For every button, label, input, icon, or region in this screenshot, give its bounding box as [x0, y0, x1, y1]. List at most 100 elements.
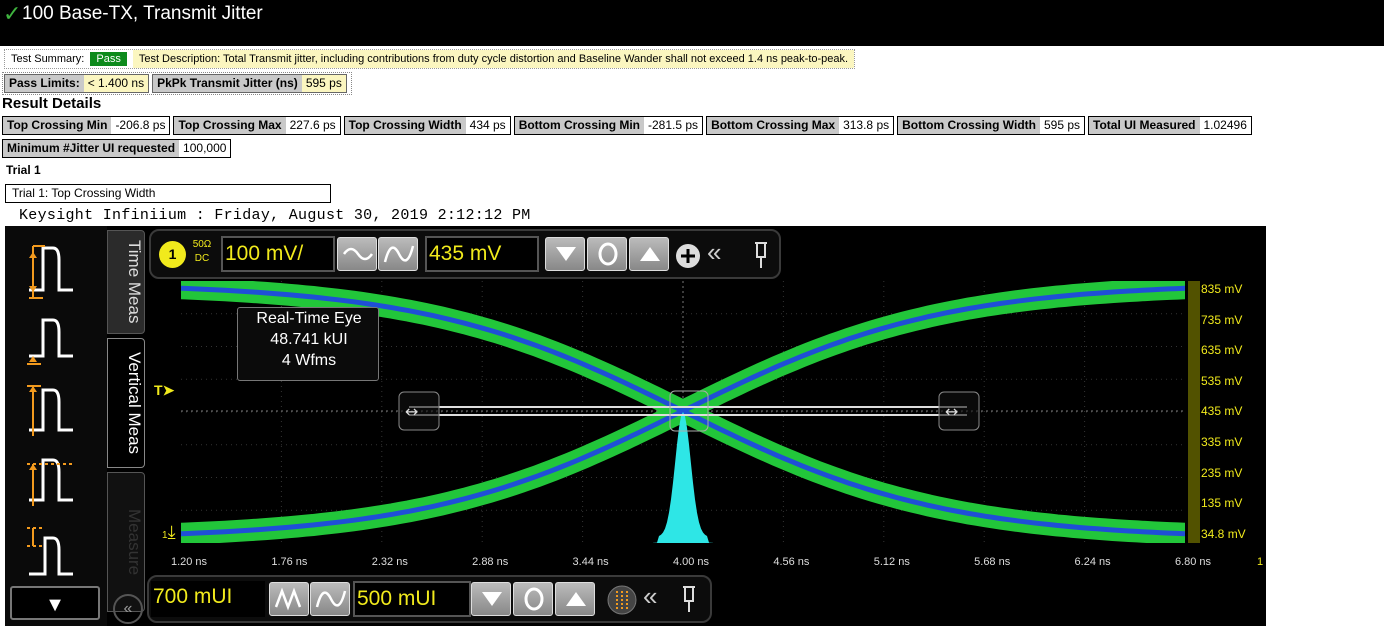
time-zero-icon[interactable]	[513, 582, 553, 616]
right-handle-arrows: ↔	[945, 402, 958, 421]
trigger-settings-icon[interactable]	[607, 585, 637, 615]
coupling-label: DC	[194, 253, 210, 264]
time-left-icon[interactable]	[471, 582, 511, 616]
collapse-panel-icon[interactable]: «	[113, 594, 143, 624]
tab-time-meas[interactable]: Time Meas	[107, 230, 145, 334]
trial-caption: Trial 1: Top Crossing Width	[5, 184, 331, 203]
result-item: Top Crossing Width 434 ps	[343, 116, 511, 135]
channel-1-indicator[interactable]: 1	[159, 241, 186, 268]
scope-screen: ▼ Time Meas Vertical Meas Measure « 1 50…	[5, 226, 1266, 626]
x-tick-label: 1.20 ns	[170, 556, 208, 568]
result-item: Top Crossing Min -206.8 ps	[2, 116, 171, 135]
result-details-row: Top Crossing Min -206.8 ps Top Crossing M…	[2, 116, 1384, 135]
y-tick-label: 635 mV	[1201, 343, 1243, 358]
trial-heading: Trial 1	[6, 163, 41, 177]
test-summary-row: Test Summary: Pass Test Description: Tot…	[4, 49, 856, 69]
volts-per-div-field[interactable]: 100 mV/	[221, 236, 335, 272]
y-tick-label: 535 mV	[1201, 373, 1243, 388]
result-label: Bottom Crossing Min	[514, 117, 645, 134]
y-tick-label: 34.8 mV	[1201, 526, 1246, 541]
pass-limits-label: Pass Limits:	[5, 75, 84, 92]
fine-scale-icon[interactable]	[337, 237, 377, 271]
ground-marker-icon[interactable]: 1⤓	[162, 522, 176, 543]
x-tick-label: 4.00 ns	[672, 556, 710, 568]
test-summary-label: Test Summary:	[11, 53, 85, 65]
time-per-div-field[interactable]: 700 mUI	[151, 581, 265, 617]
x-tick-label: 4.56 ns	[773, 556, 810, 568]
vmax-measure-icon[interactable]	[25, 378, 79, 442]
tab-vertical-meas[interactable]: Vertical Meas	[107, 338, 145, 468]
x-tick-label: 1.76 ns	[271, 556, 308, 568]
result-value: -206.8 ps	[111, 117, 170, 134]
collapse-bar-icon[interactable]: «	[707, 237, 721, 268]
result-item: Total UI Measured 1.02496	[1088, 116, 1252, 135]
pkpk-jitter-value: 595 ps	[301, 75, 346, 92]
result-label: Bottom Crossing Max	[707, 117, 840, 134]
pass-limits-row: Pass Limits: < 1.400 ns PkPk Transmit Ji…	[2, 72, 352, 95]
time-position-field[interactable]: 500 mUI	[353, 581, 471, 617]
vmin-measure-icon[interactable]	[25, 308, 79, 372]
result-label: Bottom Crossing Width	[898, 117, 1040, 134]
channel-coupling[interactable]: 50Ω DC	[189, 238, 215, 266]
page-title: 100 Base-TX, Transmit Jitter	[22, 3, 263, 24]
result-value: 227.6 ps	[285, 117, 340, 134]
ground-marker-label: 1	[162, 530, 168, 541]
impedance-label: 50Ω	[192, 239, 212, 250]
trigger-marker[interactable]: T➤	[154, 382, 174, 399]
pass-limits: Pass Limits: < 1.400 ns	[4, 74, 150, 93]
pin-icon[interactable]	[751, 241, 771, 269]
min-jitter-value: 100,000	[179, 140, 231, 157]
eye-info-line: 48.741 kUI	[270, 331, 348, 348]
min-jitter-ui: Minimum #Jitter UI requested 100,000	[2, 139, 232, 158]
result-value: 313.8 ps	[839, 117, 894, 134]
result-value: 434 ps	[465, 117, 510, 134]
offset-up-icon[interactable]	[629, 237, 669, 271]
tab-measure[interactable]: Measure	[107, 472, 145, 612]
coarse-scale-icon[interactable]	[378, 237, 418, 271]
y-tick-label: 835 mV	[1201, 282, 1243, 296]
measure-sidebar: ▼	[5, 226, 107, 626]
trigger-marker-label: T	[154, 382, 163, 398]
fine-time-icon[interactable]	[269, 582, 309, 616]
pass-limits-value: < 1.400 ns	[83, 75, 149, 92]
add-channel-icon[interactable]	[675, 243, 701, 269]
time-right-icon[interactable]	[555, 582, 595, 616]
eye-info-line: 4 Wfms	[281, 352, 337, 369]
pkpk-jitter: PkPk Transmit Jitter (ns) 595 ps	[152, 74, 347, 93]
vpp-measure-icon[interactable]	[25, 238, 79, 302]
pin-icon[interactable]	[679, 585, 699, 613]
result-label: Top Crossing Max	[174, 117, 286, 134]
coarse-time-icon[interactable]	[310, 582, 350, 616]
offset-zero-icon[interactable]	[587, 237, 627, 271]
offset-field[interactable]: 435 mV	[425, 236, 539, 272]
x-tick-label: 6.24 ns	[1074, 556, 1111, 568]
vtop-measure-icon[interactable]	[25, 448, 79, 512]
x-tick-label: 5.12 ns	[873, 556, 910, 568]
vbase-measure-icon[interactable]	[25, 518, 79, 582]
result-label: Top Crossing Min	[3, 117, 112, 134]
result-value: -281.5 ps	[644, 117, 703, 134]
result-item: Bottom Crossing Min -281.5 ps	[513, 116, 704, 135]
vertical-scale-bar	[1188, 281, 1200, 543]
min-jitter-label: Minimum #Jitter UI requested	[3, 140, 180, 157]
result-label: Top Crossing Width	[344, 117, 466, 134]
result-value: 1.02496	[1199, 117, 1251, 134]
chevron-down-button[interactable]: ▼	[10, 586, 100, 620]
x-tick-label: 3.44 ns	[572, 556, 609, 568]
result-details-heading: Result Details	[2, 95, 102, 112]
edge-digit: 1	[1257, 556, 1264, 568]
result-item: Top Crossing Max 227.6 ps	[173, 116, 341, 135]
x-tick-label: 5.68 ns	[974, 556, 1011, 568]
left-handle-arrows: ↔	[405, 402, 418, 421]
status-badge: Pass	[90, 52, 127, 66]
result-label: Total UI Measured	[1089, 117, 1200, 134]
result-item: Bottom Crossing Max 313.8 ps	[706, 116, 895, 135]
collapse-bar-icon[interactable]: «	[643, 581, 657, 612]
x-tick-label: 6.80 ns	[1174, 556, 1212, 568]
x-tick-label: 2.88 ns	[472, 556, 509, 568]
vertical-control-bar: 1 50Ω DC 100 mV/ 435 mV «	[149, 229, 781, 279]
x-tick-label: 2.32 ns	[371, 556, 408, 568]
offset-down-icon[interactable]	[545, 237, 585, 271]
result-item: Bottom Crossing Width 595 ps	[897, 116, 1086, 135]
eye-info-box: Real-Time Eye 48.741 kUI 4 Wfms	[237, 307, 379, 381]
